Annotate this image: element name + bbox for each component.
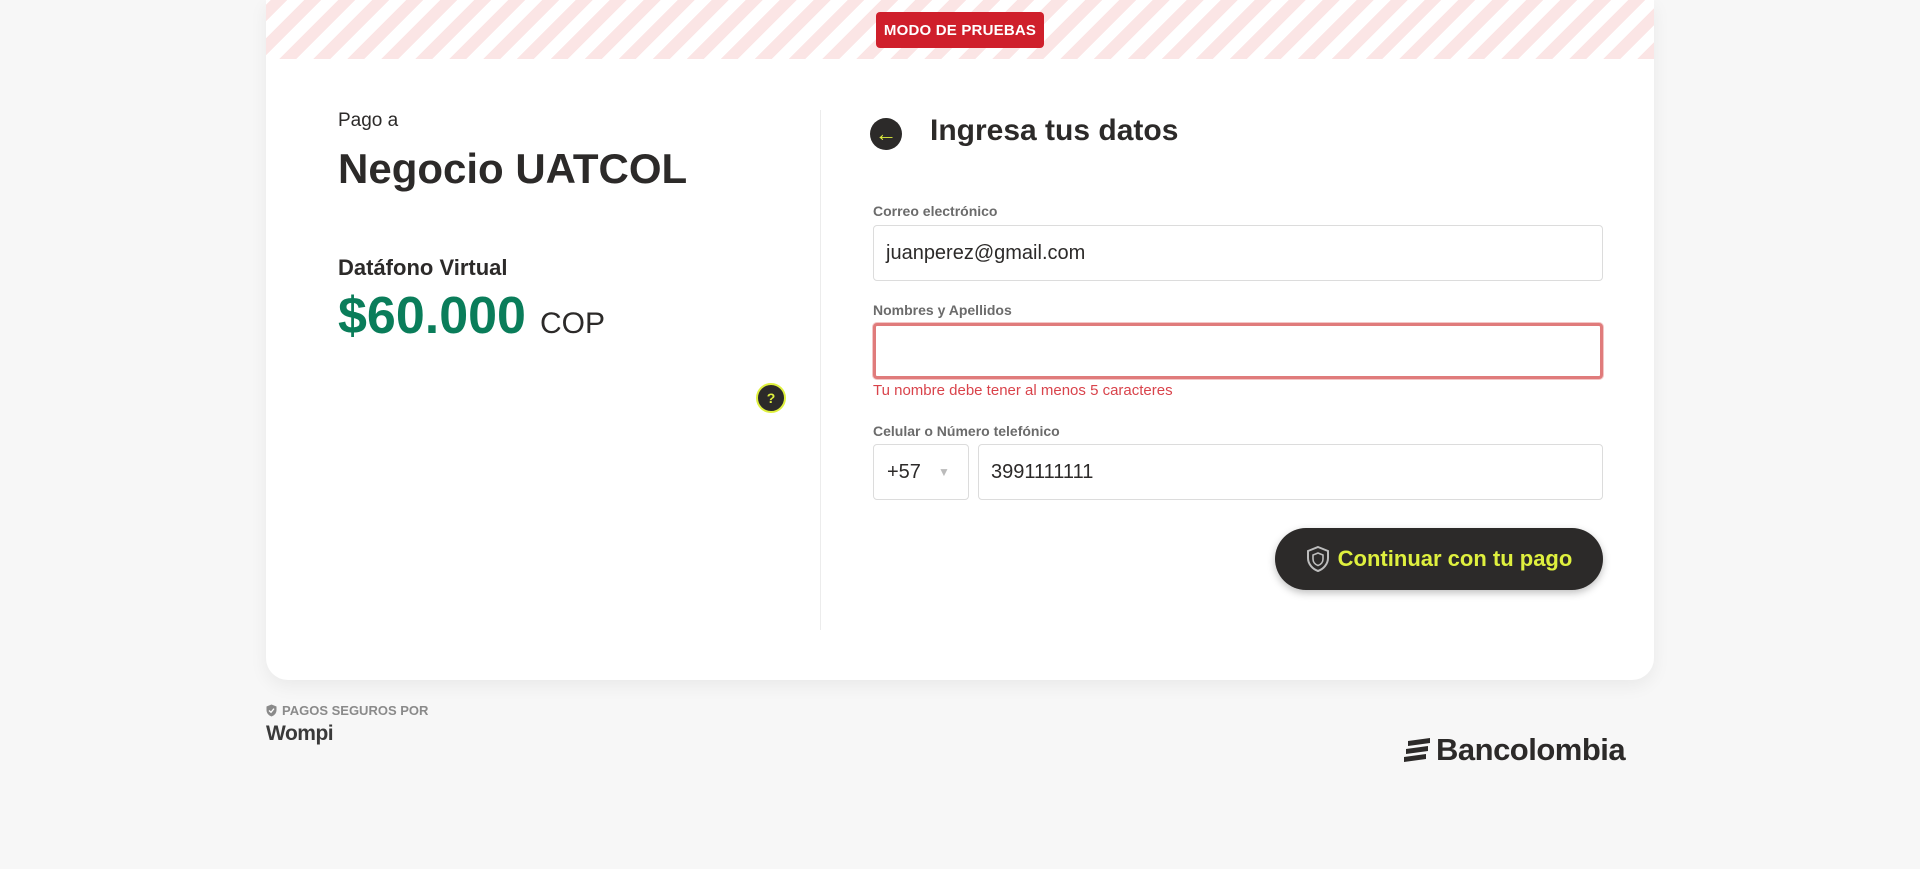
checkout-card: MODO DE PRUEBAS Pago a Negocio UATCOL Da…	[266, 0, 1654, 680]
email-field[interactable]: juanperez@gmail.com	[873, 225, 1603, 281]
phone-field[interactable]: 3991111111	[978, 444, 1603, 500]
shield-icon	[1306, 546, 1329, 572]
arrow-left-icon[interactable]: ←	[870, 118, 902, 150]
bancolombia-mark-icon	[1404, 738, 1430, 762]
test-mode-strip: MODO DE PRUEBAS	[266, 0, 1654, 59]
amount-row: $60.000 COP	[338, 286, 605, 346]
full-name-field[interactable]	[873, 323, 1603, 379]
bancolombia-logo: Bancolombia	[1404, 732, 1626, 768]
wompi-logo: Wompi	[266, 722, 334, 745]
secure-payments-label: PAGOS SEGUROS POR	[266, 703, 428, 718]
shield-check-icon	[266, 704, 277, 717]
amount-value: $60.000	[338, 287, 526, 345]
country-code-value: +57	[887, 460, 921, 483]
question-icon[interactable]: ?	[756, 383, 786, 413]
name-error-message: Tu nombre debe tener al menos 5 caracter…	[873, 382, 1173, 399]
pay-to-label: Pago a	[338, 110, 399, 131]
column-divider	[820, 110, 821, 630]
amount-currency: COP	[539, 307, 605, 340]
chevron-down-icon: ▼	[938, 465, 950, 479]
test-mode-badge: MODO DE PRUEBAS	[876, 12, 1044, 48]
merchant-name: Negocio UATCOL	[338, 145, 688, 192]
country-code-select[interactable]: +57 ▼	[873, 444, 969, 500]
bancolombia-logo-text: Bancolombia	[1436, 732, 1626, 767]
product-name: Datáfono Virtual	[338, 255, 508, 280]
form-title: Ingresa tus datos	[930, 114, 1179, 147]
email-label: Correo electrónico	[873, 203, 998, 219]
continue-payment-label: Continuar con tu pago	[1337, 546, 1573, 571]
name-label: Nombres y Apellidos	[873, 302, 1012, 318]
continue-payment-button[interactable]: Continuar con tu pago	[1275, 528, 1603, 590]
phone-label: Celular o Número telefónico	[873, 423, 1060, 439]
secure-payments-text: PAGOS SEGUROS POR	[282, 703, 429, 718]
